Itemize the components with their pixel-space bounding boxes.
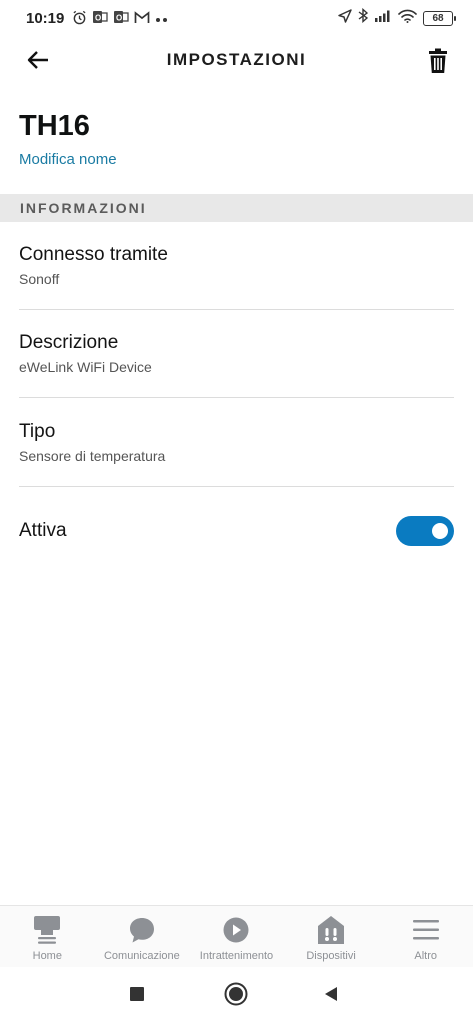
bluetooth-icon [358, 7, 369, 28]
info-row-connected-via: Connesso tramite Sonoff [19, 244, 454, 287]
row-label: Connesso tramite [19, 244, 168, 265]
wifi-icon [398, 9, 417, 28]
notification-icons: O O [72, 10, 169, 27]
square-icon [130, 987, 144, 1001]
nav-item-altro[interactable]: Altro [378, 906, 473, 967]
nav-label-comunicazione: Comunicazione [103, 950, 180, 962]
home-icon [32, 915, 62, 945]
trash-icon [429, 48, 447, 73]
edit-name-link[interactable]: Modifica nome [19, 151, 117, 168]
page-title: IMPOSTAZIONI [166, 50, 307, 69]
enable-toggle[interactable] [396, 516, 454, 546]
divider [19, 309, 454, 310]
signal-icon [374, 9, 392, 27]
divider [19, 486, 454, 487]
back-system-button[interactable] [322, 985, 340, 1003]
alarm-icon [72, 10, 87, 27]
nav-label-altro: Altro [414, 950, 437, 962]
circle-icon [224, 982, 248, 1006]
nav-label-dispositivi: Dispositivi [306, 950, 356, 962]
recents-button[interactable] [128, 985, 146, 1003]
delete-button[interactable] [423, 46, 453, 76]
back-button[interactable] [22, 46, 54, 74]
app-header: IMPOSTAZIONI [0, 36, 473, 84]
info-row-description: Descrizione eWeLink WiFi Device [19, 332, 454, 375]
section-header-informazioni: INFORMAZIONI [0, 194, 473, 222]
menu-icon [411, 915, 441, 945]
devices-icon [316, 915, 346, 945]
play-icon [221, 915, 251, 945]
arrow-left-icon [27, 51, 48, 69]
info-row-type: Tipo Sensore di temperatura [19, 421, 454, 464]
row-value: Sensore di temperatura [19, 448, 166, 464]
row-label: Descrizione [19, 332, 119, 353]
status-time: 10:19 [26, 9, 65, 27]
triangle-back-icon [325, 987, 337, 1001]
divider [19, 397, 454, 398]
system-nav-bar [0, 967, 473, 1024]
toggle-knob [432, 523, 448, 539]
chat-bubble-icon [127, 915, 157, 945]
outlook-icon-2: O [113, 10, 130, 26]
device-name: TH16 [19, 110, 90, 142]
row-value: Sonoff [19, 271, 60, 287]
more-notifications-icon [155, 12, 169, 25]
svg-text:O: O [95, 14, 101, 23]
battery-icon: 68 [423, 10, 456, 26]
nav-item-comunicazione[interactable]: Comunicazione [95, 906, 190, 967]
status-bar: 10:19 O O 68 [0, 0, 473, 36]
gmail-icon [134, 10, 150, 26]
bottom-nav: Home Comunicazione Intrattenimento Dispo… [0, 905, 473, 967]
outlook-icon: O [92, 10, 109, 26]
enable-label: Attiva [19, 520, 67, 541]
nav-item-home[interactable]: Home [0, 906, 95, 967]
nav-item-dispositivi[interactable]: Dispositivi [284, 906, 379, 967]
home-system-button[interactable] [224, 982, 248, 1006]
nav-item-intrattenimento[interactable]: Intrattenimento [189, 906, 284, 967]
row-label: Tipo [19, 421, 56, 442]
system-status-icons: 68 [338, 7, 456, 28]
nav-label-intrattenimento: Intrattenimento [199, 950, 274, 962]
row-value: eWeLink WiFi Device [19, 359, 152, 375]
location-icon [338, 8, 352, 28]
enable-row: Attiva [19, 516, 454, 546]
svg-text:O: O [116, 14, 122, 23]
nav-label-home: Home [32, 950, 62, 962]
